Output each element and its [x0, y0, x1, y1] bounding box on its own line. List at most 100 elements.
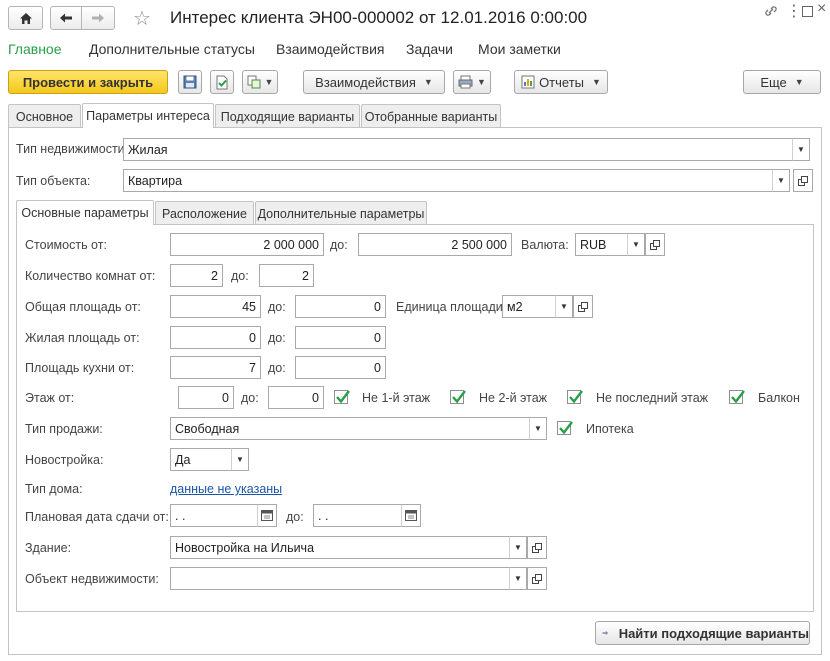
cost-to-input[interactable]: 2 500 000 [358, 233, 512, 256]
section-interactions[interactable]: Взаимодействия [276, 41, 385, 57]
real-estate-object-field[interactable] [170, 567, 510, 590]
section-main[interactable]: Главное [8, 41, 62, 57]
menu-dots-icon[interactable]: ⋮ [786, 1, 802, 21]
tab-interest-parameters[interactable]: Параметры интереса [82, 103, 214, 128]
area-unit-dropdown-button[interactable]: ▼ [555, 295, 573, 318]
planned-date-from-input[interactable]: . . [170, 504, 258, 527]
tab-main[interactable]: Основное [8, 104, 81, 128]
home-button[interactable] [8, 6, 43, 30]
currency-dropdown-button[interactable]: ▼ [627, 233, 645, 256]
new-building-dropdown-button[interactable]: ▼ [231, 448, 249, 471]
back-button[interactable] [50, 6, 82, 30]
not-first-floor-checkbox[interactable] [334, 390, 350, 404]
checkmark-icon [452, 390, 466, 404]
new-building-label: Новостройка: [25, 453, 104, 467]
reports-menu-label: Отчеты [539, 74, 584, 90]
cost-to-label: до: [330, 238, 348, 252]
chevron-down-icon: ▼ [797, 145, 805, 154]
area-unit-open-button[interactable] [573, 295, 593, 318]
sale-type-field[interactable]: Свободная [170, 417, 530, 440]
building-field[interactable]: Новостройка на Ильича [170, 536, 510, 559]
post-and-close-button[interactable]: Провести и закрыть [8, 70, 168, 94]
currency-open-button[interactable] [645, 233, 665, 256]
planned-date-to-calendar-button[interactable] [401, 504, 421, 527]
cost-from-label: Стоимость от: [25, 238, 107, 252]
open-form-icon [798, 175, 808, 186]
tab-selected-options[interactable]: Отобранные варианты [361, 104, 501, 128]
subtab-additional-parameters[interactable]: Дополнительные параметры [255, 201, 427, 225]
calendar-icon [405, 510, 417, 521]
living-area-from-input[interactable]: 0 [170, 326, 261, 349]
open-form-icon [578, 301, 588, 312]
checkmark-icon [731, 390, 745, 404]
total-area-from-input[interactable]: 45 [170, 295, 261, 318]
more-menu-label: Еще [760, 74, 787, 90]
subtab-location[interactable]: Расположение [155, 201, 254, 225]
tab-matching-options[interactable]: Подходящие варианты [215, 104, 360, 128]
balcony-checkbox[interactable] [729, 390, 745, 404]
object-type-open-button[interactable] [793, 169, 813, 192]
forward-button[interactable] [81, 6, 115, 30]
section-additional-statuses[interactable]: Дополнительные статусы [89, 41, 255, 57]
planned-date-to-input[interactable]: . . [313, 504, 402, 527]
more-menu-button[interactable]: Еще ▼ [743, 70, 821, 94]
building-dropdown-button[interactable]: ▼ [509, 536, 527, 559]
chevron-down-icon: ▼ [477, 77, 486, 87]
chevron-down-icon: ▼ [534, 424, 542, 433]
new-building-field[interactable]: Да [170, 448, 232, 471]
living-area-to-input[interactable]: 0 [295, 326, 386, 349]
maximize-icon[interactable] [802, 4, 813, 20]
real-estate-object-dropdown-button[interactable]: ▼ [509, 567, 527, 590]
open-form-icon [532, 573, 542, 584]
mortgage-label: Ипотека [586, 422, 634, 436]
not-last-floor-checkbox[interactable] [567, 390, 583, 404]
kitchen-area-to-input[interactable]: 0 [295, 356, 386, 379]
window-title: Интерес клиента ЭН00-000002 от 12.01.201… [170, 8, 588, 27]
not-second-floor-checkbox[interactable] [450, 390, 466, 404]
planned-date-from-calendar-button[interactable] [257, 504, 277, 527]
section-my-notes[interactable]: Мои заметки [478, 41, 561, 57]
floor-from-input[interactable]: 0 [178, 386, 234, 409]
currency-field[interactable]: RUB [575, 233, 628, 256]
find-matching-options-button[interactable]: Найти подходящие варианты [595, 621, 810, 645]
kitchen-area-from-label: Площадь кухни от: [25, 361, 135, 375]
object-type-dropdown-button[interactable]: ▼ [772, 169, 790, 192]
object-type-field[interactable]: Квартира [123, 169, 773, 192]
building-open-button[interactable] [527, 536, 547, 559]
mortgage-checkbox[interactable] [557, 421, 573, 435]
floor-to-label: до: [241, 391, 259, 405]
subtab-basic-parameters[interactable]: Основные параметры [16, 200, 154, 225]
living-area-to-label: до: [268, 331, 286, 345]
save-button[interactable] [178, 70, 202, 94]
create-based-on-button[interactable]: ▼ [242, 70, 278, 94]
kitchen-area-from-input[interactable]: 7 [170, 356, 261, 379]
calendar-icon [261, 510, 273, 521]
find-matching-options-label: Найти подходящие варианты [618, 625, 809, 641]
cost-from-input[interactable]: 2 000 000 [170, 233, 324, 256]
area-unit-field[interactable]: м2 [502, 295, 556, 318]
rooms-from-input[interactable]: 2 [170, 264, 223, 287]
total-area-to-input[interactable]: 0 [295, 295, 386, 318]
total-area-from-label: Общая площадь от: [25, 300, 141, 314]
section-tasks[interactable]: Задачи [406, 41, 453, 57]
property-type-field[interactable]: Жилая [123, 138, 793, 161]
print-icon [458, 75, 473, 89]
arrow-right-icon [602, 630, 609, 636]
post-button[interactable] [210, 70, 234, 94]
house-type-link[interactable]: данные не указаны [170, 482, 282, 496]
floor-to-input[interactable]: 0 [268, 386, 324, 409]
chevron-down-icon: ▼ [514, 574, 522, 583]
interactions-menu-button[interactable]: Взаимодействия ▼ [303, 70, 445, 94]
reports-menu-button[interactable]: Отчеты ▼ [514, 70, 608, 94]
house-type-label: Тип дома: [25, 482, 83, 496]
real-estate-object-open-button[interactable] [527, 567, 547, 590]
sale-type-dropdown-button[interactable]: ▼ [529, 417, 547, 440]
rooms-to-input[interactable]: 2 [259, 264, 314, 287]
favorite-star-icon[interactable]: ☆ [133, 6, 151, 31]
link-icon[interactable] [764, 4, 778, 21]
interactions-menu-label: Взаимодействия [315, 74, 416, 90]
print-menu-button[interactable]: ▼ [453, 70, 491, 94]
property-type-dropdown-button[interactable]: ▼ [792, 138, 810, 161]
not-second-floor-label: Не 2-й этаж [479, 391, 548, 405]
close-icon[interactable]: × [817, 0, 826, 18]
